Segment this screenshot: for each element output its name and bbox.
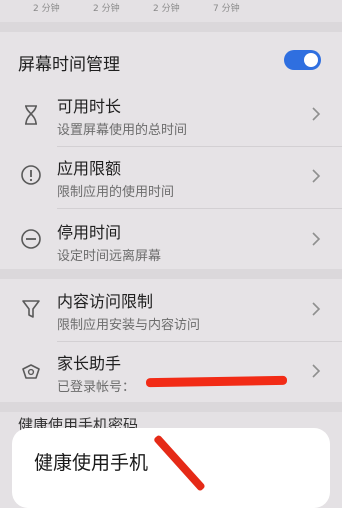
screen-time-toggle[interactable]	[284, 50, 321, 70]
row-content-restrictions[interactable]: 内容访问限制 限制应用安装与内容访问	[0, 279, 342, 341]
section-divider	[0, 269, 342, 279]
row-title: 家长助手	[57, 354, 122, 373]
row-title: 可用时长	[57, 97, 122, 116]
section-divider	[0, 402, 342, 412]
chevron-right-icon	[310, 301, 322, 317]
chevron-right-icon	[310, 106, 322, 122]
screen-time-title: 屏幕时间管理	[18, 55, 120, 75]
minus-circle-icon	[20, 228, 42, 250]
parent-assistant-icon	[20, 361, 42, 383]
account-label: 已登录帐号：	[57, 380, 136, 395]
row-title: 停用时间	[57, 223, 122, 242]
chevron-right-icon	[310, 168, 322, 184]
filter-icon	[20, 298, 42, 320]
row-downtime[interactable]: 停用时间 设定时间远离屏幕	[0, 208, 342, 270]
row-title: 内容访问限制	[57, 292, 154, 311]
row-available-duration[interactable]: 可用时长 设置屏幕使用的总时间	[0, 84, 342, 146]
exclamation-circle-icon	[20, 164, 42, 186]
chevron-right-icon	[310, 231, 322, 247]
usage-time-strip: 2 分钟 2 分钟 2 分钟 7 分钟	[0, 0, 342, 22]
usage-time-label: 7 分钟	[213, 4, 240, 14]
row-app-limits[interactable]: 应用限额 限制应用的使用时间	[0, 146, 342, 208]
usage-time-label: 2 分钟	[93, 4, 120, 14]
usage-time-label: 2 分钟	[33, 4, 60, 14]
row-title: 应用限额	[57, 159, 122, 178]
row-subtitle: 设定时间远离屏幕	[57, 249, 162, 264]
row-parent-assistant[interactable]: 家长助手 已登录帐号：	[0, 341, 342, 403]
usage-time-label: 2 分钟	[153, 4, 180, 14]
sheet-title: 健康使用手机	[34, 452, 149, 474]
row-subtitle: 限制应用安装与内容访问	[57, 318, 201, 333]
section-divider	[0, 22, 342, 32]
toggle-knob	[304, 53, 318, 67]
row-subtitle: 设置屏幕使用的总时间	[57, 123, 188, 138]
bottom-sheet: 健康使用手机	[12, 428, 330, 508]
row-subtitle: 限制应用的使用时间	[57, 185, 175, 200]
hourglass-icon	[20, 104, 42, 126]
chevron-right-icon	[310, 363, 322, 379]
